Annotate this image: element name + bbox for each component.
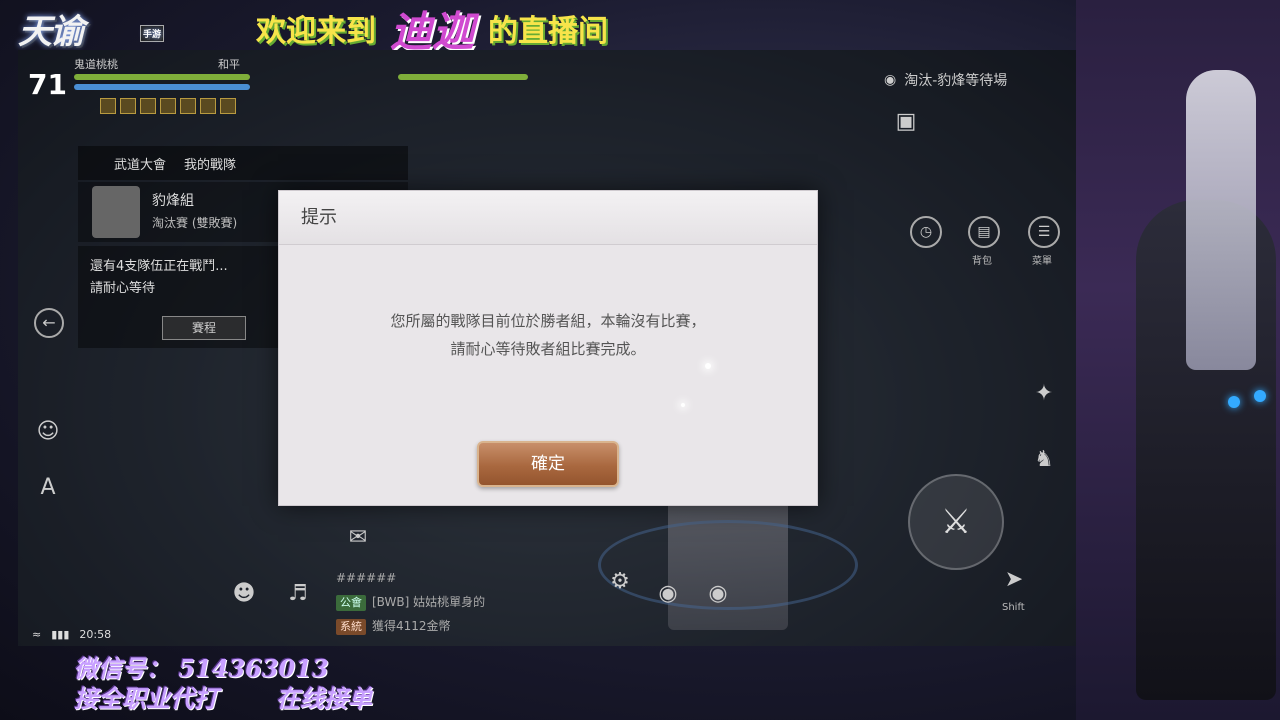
pk-mode[interactable]: 和平 (218, 56, 240, 72)
service-right: 在线接单 (276, 684, 372, 713)
clock-icon[interactable]: ◷ (910, 216, 942, 248)
buff-icon (160, 98, 176, 114)
chat-title: ###### (336, 571, 397, 585)
dialog-message-line1: 您所屬的戰隊目前位於勝者組，本輪沒有比賽， (390, 312, 706, 330)
logo-text: 天谕 (18, 12, 84, 52)
bag-icon[interactable]: ▤ (968, 216, 1000, 248)
glowing-gem-icon (1254, 390, 1266, 402)
status-bar: ≈ ▮▮▮ 20:58 (32, 628, 111, 641)
attack-sword-icon[interactable]: ⚔ (908, 474, 1004, 570)
buff-icon (200, 98, 216, 114)
camera-icon[interactable]: ◉ (654, 580, 682, 608)
buff-icon (120, 98, 136, 114)
glowing-gem-icon (1228, 396, 1240, 408)
player-level: 71 (28, 68, 67, 101)
back-arrow-icon[interactable]: ← (34, 308, 64, 338)
game-logo: 天谕 手游 (18, 4, 168, 52)
chat-system-msg: 獲得4112金幣 (372, 619, 451, 633)
dialog-title: 提示 (279, 191, 817, 245)
player-name: 鬼道桃桃 (74, 58, 118, 71)
service-line: 接全职业代打 在线接单 (74, 684, 372, 714)
exit-door-icon[interactable]: ▣ (892, 108, 920, 136)
notice-dialog: 提示 您所屬的戰隊目前位於勝者組，本輪沒有比賽， 請耐心等待敗者組比賽完成。 確… (278, 190, 818, 506)
character-hair (1186, 70, 1256, 370)
buff-icon (220, 98, 236, 114)
bag-label: 背包 (972, 256, 992, 267)
dodge-icon[interactable]: ➤ (1000, 566, 1028, 594)
service-left: 接全职业代打 (74, 684, 218, 713)
target-hp-bar (398, 74, 528, 80)
team-name: 豹烽組 (152, 193, 194, 209)
chat-system-tag: 系統 (336, 619, 366, 635)
mount-icon[interactable]: ♞ (1030, 446, 1058, 474)
buff-icon (180, 98, 196, 114)
sparkle-effect (705, 363, 711, 369)
logo-tag: 手游 (139, 25, 164, 42)
menu-label: 菜單 (1032, 256, 1052, 267)
dialog-message-line2: 請耐心等待敗者組比賽完成。 (450, 340, 646, 358)
hp-bar (74, 74, 250, 80)
friends-icon[interactable]: ☻ (230, 580, 258, 608)
banner-prefix: 欢迎来到 (256, 14, 376, 49)
wing-skill-icon[interactable]: ✦ (1030, 380, 1058, 408)
mp-bar (74, 84, 250, 90)
confirm-button[interactable]: 確定 (477, 441, 619, 487)
chat-line-system: 系統 獲得4112金幣 (336, 614, 636, 638)
zone-title-text: 淘汰-豹烽等待場 (904, 73, 1008, 89)
banner-suffix: 的直播间 (488, 14, 609, 49)
chat-guild-tag: 公會 (336, 595, 366, 611)
emote-icon[interactable]: ◉ (704, 580, 732, 608)
tournament-tabs: 武道大會 我的戰隊 (78, 146, 408, 180)
battery-icon: ▮▮▮ (51, 628, 70, 641)
buff-list (100, 98, 236, 114)
chat-line-guild: 公會 [BWB] 姑姑桃單身的 (336, 590, 636, 614)
dialog-message: 您所屬的戰隊目前位於勝者組，本輪沒有比賽， 請耐心等待敗者組比賽完成。 (279, 307, 817, 363)
tab-martial-tournament[interactable]: 武道大會 (114, 154, 166, 173)
text-icon[interactable]: A (34, 474, 62, 502)
zone-title: ◉ 淘汰-豹烽等待場 (884, 70, 1007, 90)
menu-icon[interactable]: ☰ (1028, 216, 1060, 248)
chat-panel[interactable]: ###### 公會 [BWB] 姑姑桃單身的 系統 獲得4112金幣 (336, 566, 636, 638)
zone-icon: ◉ (884, 72, 897, 88)
tab-my-team[interactable]: 我的戰隊 (184, 154, 236, 173)
schedule-button[interactable]: 賽程 (162, 316, 246, 340)
wechat-line: 微信号： 514363013 (74, 654, 329, 683)
buff-icon (140, 98, 156, 114)
wifi-icon: ≈ (32, 628, 42, 641)
character-artwork (1076, 0, 1280, 720)
team-stage: 淘汰賽 (雙敗賽) (152, 216, 238, 230)
clock-time: 20:58 (79, 628, 112, 641)
stream-contact-info: 微信号： 514363013 接全职业代打 在线接单 (74, 654, 372, 714)
social-icon[interactable]: ☺ (34, 418, 62, 446)
team-avatar (92, 186, 140, 238)
voice-icon[interactable]: ♬ (284, 580, 312, 608)
buff-icon (100, 98, 116, 114)
skill-key-label: Shift (1002, 602, 1025, 613)
chat-guild-msg: [BWB] 姑姑桃單身的 (372, 595, 486, 609)
sparkle-effect (681, 403, 685, 407)
mail-icon[interactable]: ✉ (344, 524, 372, 552)
welcome-banner: 欢迎来到 迪迦 的直播间 (256, 6, 609, 56)
